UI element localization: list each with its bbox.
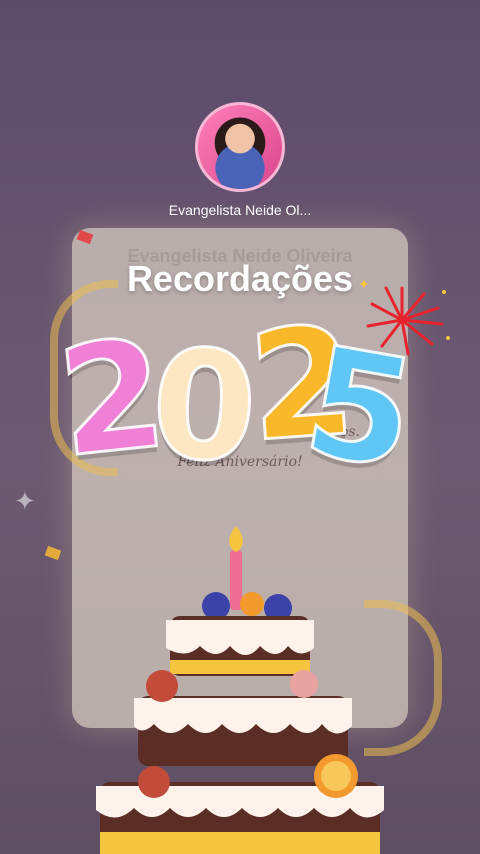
sparkle-icon: ✦ bbox=[14, 486, 36, 516]
avatar[interactable] bbox=[195, 102, 285, 192]
birthday-cake-illustration bbox=[96, 526, 384, 854]
username: Evangelista Neide Ol... bbox=[168, 202, 312, 218]
year-digit: 0 bbox=[146, 316, 262, 498]
firework-icon bbox=[366, 286, 450, 356]
profile-header[interactable]: Evangelista Neide Ol... bbox=[0, 102, 480, 218]
